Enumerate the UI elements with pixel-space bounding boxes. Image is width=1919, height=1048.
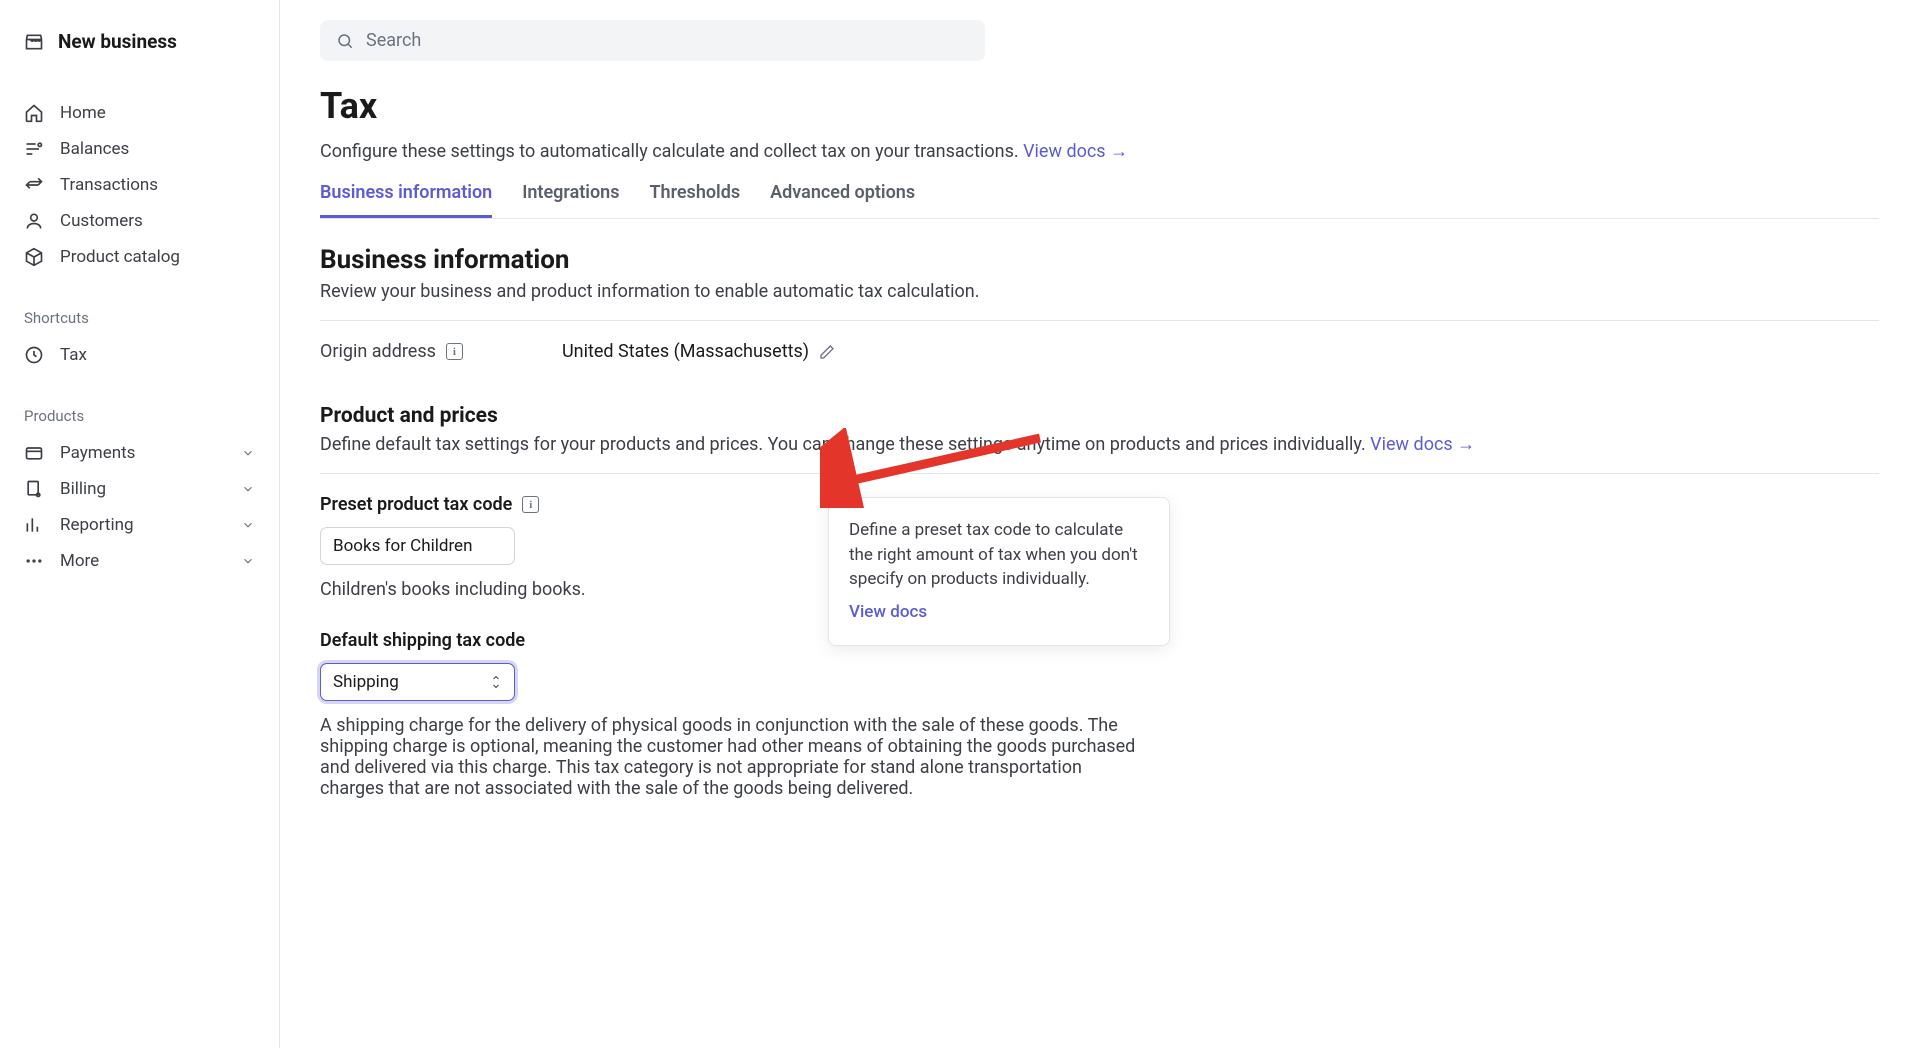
edit-icon[interactable] bbox=[819, 344, 835, 360]
search-input[interactable]: Search bbox=[320, 20, 985, 61]
view-docs-link[interactable]: View docs → bbox=[1023, 141, 1128, 162]
sidebar-item-home[interactable]: Home bbox=[24, 95, 255, 131]
preset-tax-select[interactable]: Books for Children bbox=[320, 527, 515, 565]
chart-icon bbox=[24, 515, 44, 535]
brand[interactable]: New business bbox=[24, 30, 255, 53]
sidebar-item-label: Product catalog bbox=[60, 247, 180, 267]
chevron-down-icon bbox=[241, 518, 255, 532]
sidebar-item-product-catalog[interactable]: Product catalog bbox=[24, 239, 255, 275]
business-info-desc: Review your business and product informa… bbox=[320, 281, 1879, 302]
sidebar-item-label: Payments bbox=[60, 443, 135, 463]
product-prices-desc: Define default tax settings for your pro… bbox=[320, 434, 1879, 455]
wallet-icon bbox=[24, 443, 44, 463]
shipping-tax-select[interactable]: Shipping bbox=[320, 663, 515, 701]
divider bbox=[320, 473, 1879, 474]
sidebar-item-label: Balances bbox=[60, 139, 129, 159]
shortcuts-label: Shortcuts bbox=[24, 309, 255, 327]
tab-business-information[interactable]: Business information bbox=[320, 182, 492, 218]
sidebar-item-label: More bbox=[60, 551, 99, 571]
sidebar-item-tax[interactable]: Tax bbox=[24, 337, 255, 373]
more-icon bbox=[24, 551, 44, 571]
origin-address-row: Origin address i United States (Massachu… bbox=[320, 341, 1879, 362]
clock-icon bbox=[24, 345, 44, 365]
search-icon bbox=[336, 32, 354, 50]
sidebar: New business Home Balances Transactions … bbox=[0, 0, 280, 1048]
chevron-down-icon bbox=[241, 446, 255, 460]
business-info-title: Business information bbox=[320, 245, 1879, 275]
customers-icon bbox=[24, 211, 44, 231]
products-label: Products bbox=[24, 407, 255, 425]
info-icon[interactable]: i bbox=[522, 496, 539, 513]
sidebar-item-label: Tax bbox=[60, 345, 87, 365]
sidebar-item-balances[interactable]: Balances bbox=[24, 131, 255, 167]
sidebar-item-payments[interactable]: Payments bbox=[24, 435, 255, 471]
divider bbox=[320, 320, 1879, 321]
arrow-right-icon: → bbox=[1457, 434, 1475, 455]
product-prices-title: Product and prices bbox=[320, 404, 1879, 428]
info-icon[interactable]: i bbox=[446, 343, 463, 360]
preset-tax-tooltip: Define a preset tax code to calculate th… bbox=[828, 497, 1170, 646]
tab-thresholds[interactable]: Thresholds bbox=[649, 182, 740, 218]
sidebar-item-label: Customers bbox=[60, 211, 143, 231]
tooltip-view-docs-link[interactable]: View docs bbox=[849, 600, 1149, 625]
sidebar-item-more[interactable]: More bbox=[24, 543, 255, 579]
tabs: Business information Integrations Thresh… bbox=[320, 182, 1879, 219]
sidebar-item-label: Billing bbox=[60, 479, 106, 499]
receipt-icon bbox=[24, 479, 44, 499]
sidebar-item-reporting[interactable]: Reporting bbox=[24, 507, 255, 543]
sidebar-item-label: Reporting bbox=[60, 515, 134, 535]
main: Search Tax Configure these settings to a… bbox=[280, 0, 1919, 1048]
shipping-tax-desc: A shipping charge for the delivery of ph… bbox=[320, 715, 1140, 799]
brand-label: New business bbox=[58, 30, 177, 53]
page-title: Tax bbox=[320, 85, 1879, 127]
select-updown-icon bbox=[490, 674, 502, 690]
page-description: Configure these settings to automaticall… bbox=[320, 141, 1879, 162]
arrow-right-icon: → bbox=[1110, 141, 1128, 162]
search-placeholder: Search bbox=[366, 30, 421, 51]
transactions-icon bbox=[24, 175, 44, 195]
sidebar-item-transactions[interactable]: Transactions bbox=[24, 167, 255, 203]
chevron-down-icon bbox=[241, 482, 255, 496]
package-icon bbox=[24, 247, 44, 267]
balances-icon bbox=[24, 139, 44, 159]
origin-address-value: United States (Massachusetts) bbox=[562, 341, 835, 362]
sidebar-item-billing[interactable]: Billing bbox=[24, 471, 255, 507]
home-icon bbox=[24, 103, 44, 123]
sidebar-item-label: Home bbox=[60, 103, 106, 123]
tab-integrations[interactable]: Integrations bbox=[522, 182, 619, 218]
view-docs-link[interactable]: View docs → bbox=[1370, 434, 1475, 455]
store-icon bbox=[24, 32, 44, 52]
chevron-down-icon bbox=[241, 554, 255, 568]
origin-address-label: Origin address i bbox=[320, 341, 548, 362]
tab-advanced-options[interactable]: Advanced options bbox=[770, 182, 915, 218]
sidebar-item-label: Transactions bbox=[60, 175, 158, 195]
sidebar-item-customers[interactable]: Customers bbox=[24, 203, 255, 239]
